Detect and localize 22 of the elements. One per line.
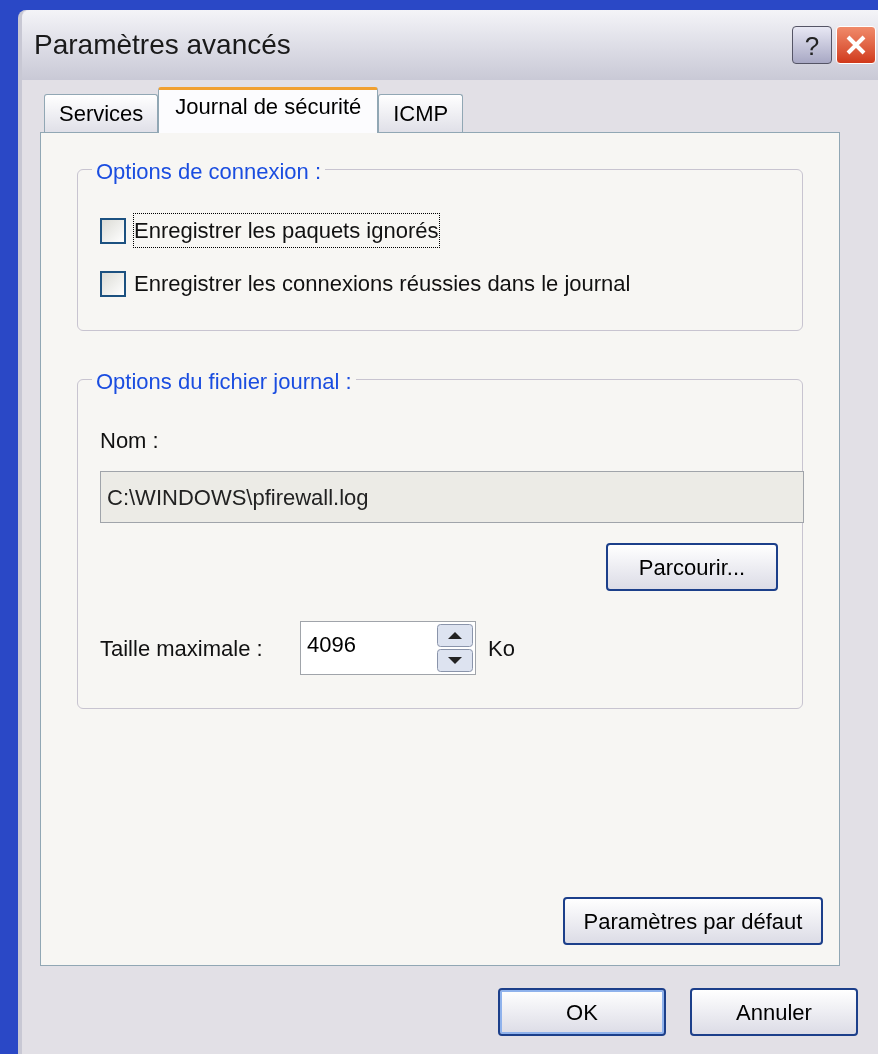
path-field[interactable]: C:\WINDOWS\pfirewall.log (100, 471, 804, 523)
unit-label: Ko (488, 634, 515, 663)
dialog-button[interactable]: OK (498, 988, 666, 1036)
dialog-button[interactable]: Annuler (690, 988, 858, 1036)
checkbox[interactable] (100, 270, 126, 297)
dialog-button[interactable]: Parcourir... (606, 543, 778, 591)
checkbox[interactable] (100, 217, 126, 244)
dialog-button[interactable]: Paramètres par défaut (563, 897, 823, 945)
checkbox-row[interactable]: Enregistrer les connexions réussies dans le journal (100, 267, 780, 300)
tab[interactable]: ICMP (378, 94, 464, 132)
help-button[interactable]: ? (792, 26, 832, 64)
checkbox-row[interactable]: Enregistrer les paquets ignorés (100, 214, 780, 247)
window-title: Paramètres avancés (34, 28, 292, 62)
spin-field[interactable]: 4096 (300, 621, 476, 675)
close-icon (845, 34, 867, 56)
tab[interactable]: Journal de sécurité (158, 87, 379, 133)
field-label: Nom : (100, 427, 160, 455)
spin-up-icon[interactable] (437, 624, 473, 647)
field-label: Taille maximale : (100, 634, 264, 663)
spin-down-icon[interactable] (437, 649, 473, 672)
close-button[interactable] (836, 26, 876, 64)
tab[interactable]: Services (44, 94, 159, 132)
